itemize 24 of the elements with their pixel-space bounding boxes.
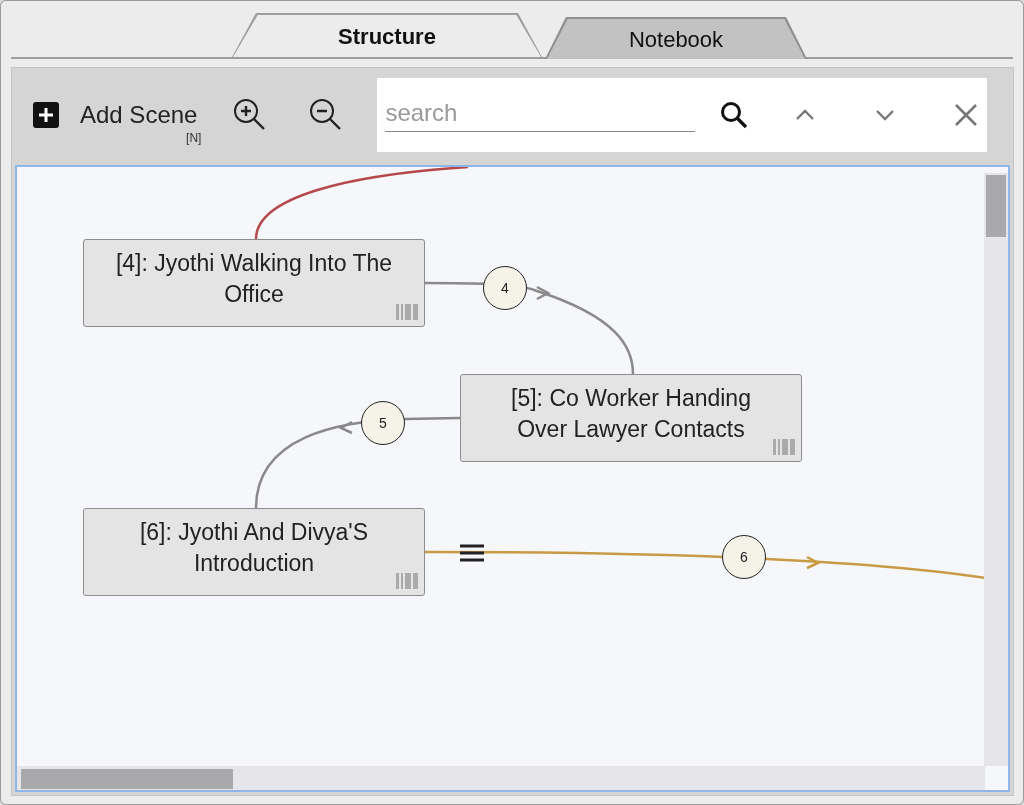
scene-card[interactable]: [5]: Co Worker Handing Over Lawyer Contacts: [460, 374, 802, 462]
scene-card[interactable]: [4]: Jyothi Walking Into The Office: [83, 239, 425, 327]
barcode-icon: [773, 439, 795, 455]
tab[interactable]: Notebook: [545, 17, 807, 59]
connector-label: 4: [483, 266, 527, 310]
connector-label: 5: [361, 401, 405, 445]
search-bar[interactable]: search: [377, 78, 988, 152]
scene-card[interactable]: [6]: Jyothi And Divya'S Introduction: [83, 508, 425, 596]
scene-title: [5]: Co Worker Handing Over Lawyer Contacts: [510, 384, 752, 444]
vertical-scrollbar[interactable]: [984, 173, 1008, 766]
plus-icon: [32, 101, 60, 129]
scene-title: [6]: Jyothi And Divya'S Introduction: [138, 518, 370, 578]
search-field[interactable]: search: [385, 94, 696, 132]
barcode-icon: [396, 304, 418, 320]
menu-icon[interactable]: [459, 543, 485, 563]
search-icon: [719, 100, 750, 130]
tab[interactable]: Structure: [231, 13, 543, 59]
scroll-thumb[interactable]: [21, 769, 233, 789]
barcode-icon: [396, 573, 418, 589]
connector-label: 6: [722, 535, 766, 579]
horizontal-scrollbar[interactable]: [17, 766, 985, 790]
close-icon: [953, 102, 980, 128]
scene-title: [4]: Jyothi Walking Into The Office: [114, 249, 394, 309]
scroll-thumb[interactable]: [986, 175, 1006, 237]
